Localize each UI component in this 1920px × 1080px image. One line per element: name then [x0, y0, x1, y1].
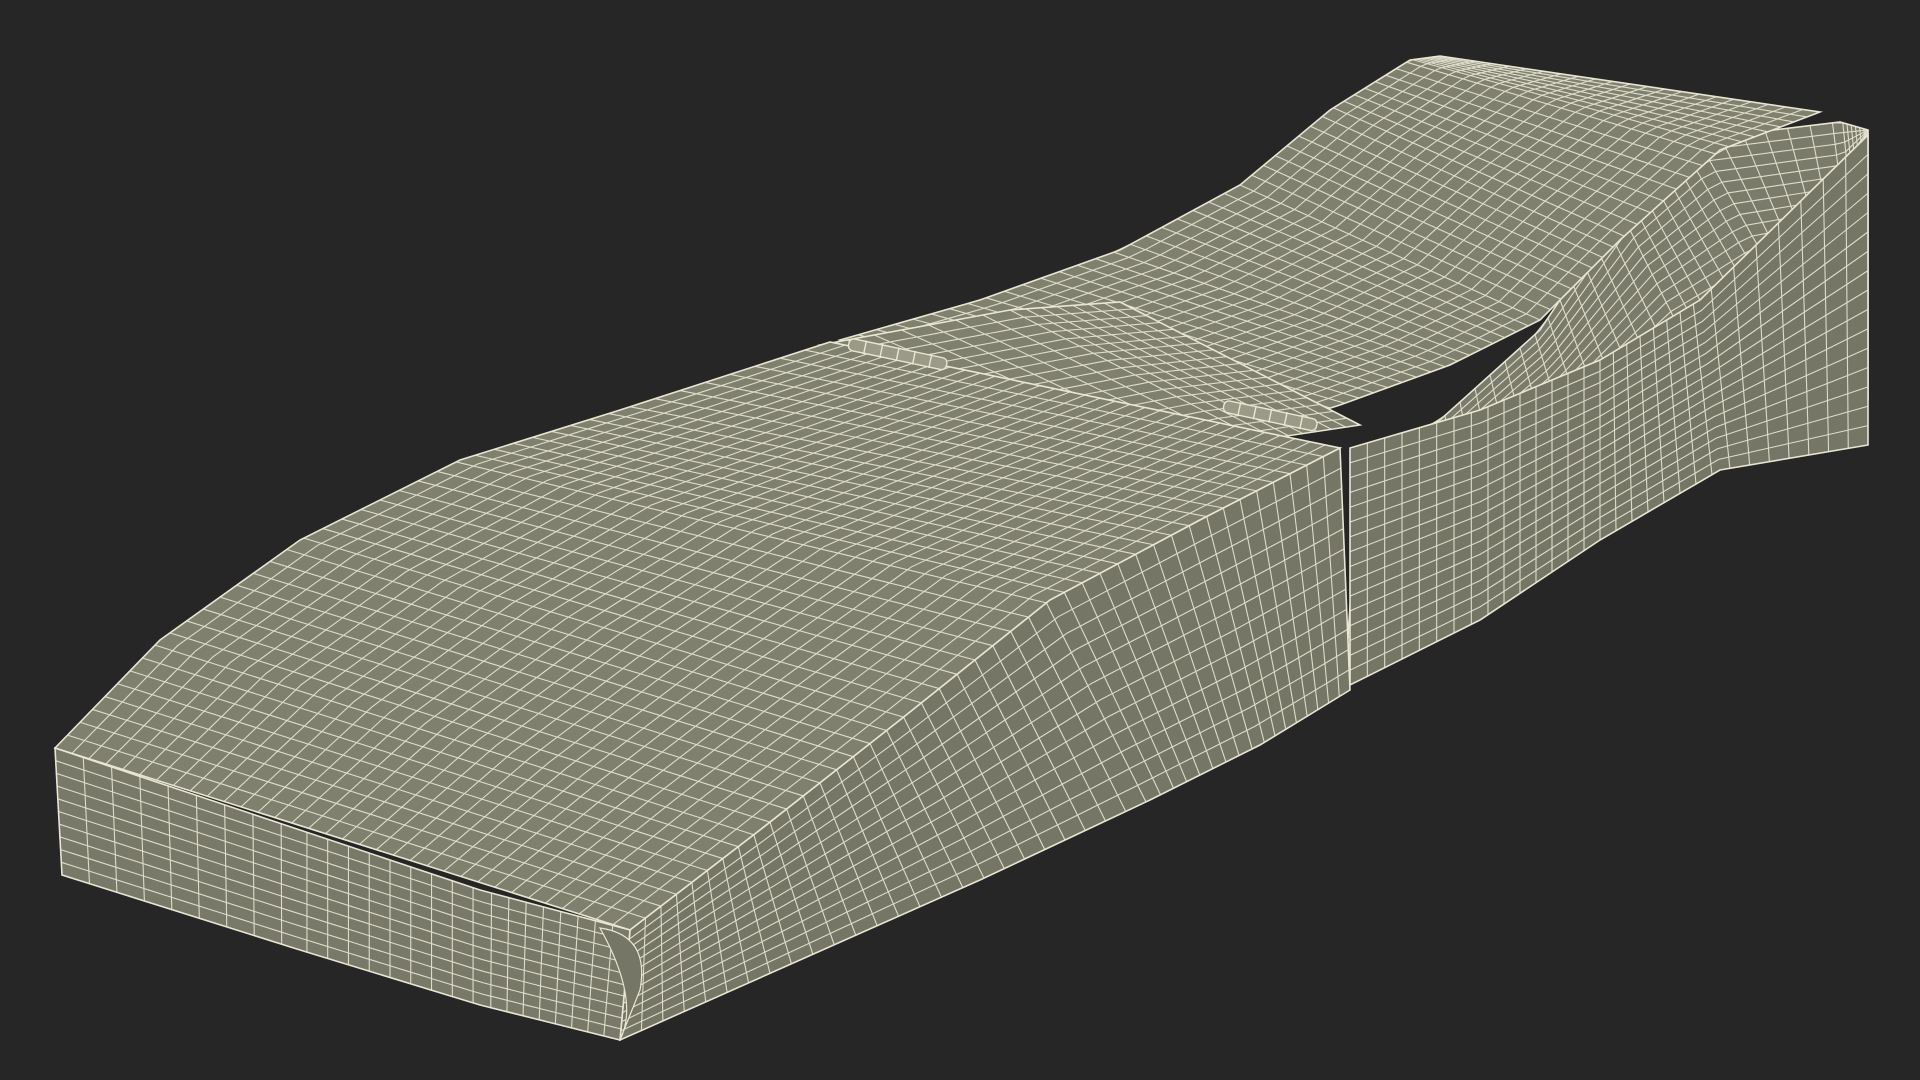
render-viewport	[0, 0, 1920, 1080]
wireframe-render	[53, 55, 1869, 1042]
